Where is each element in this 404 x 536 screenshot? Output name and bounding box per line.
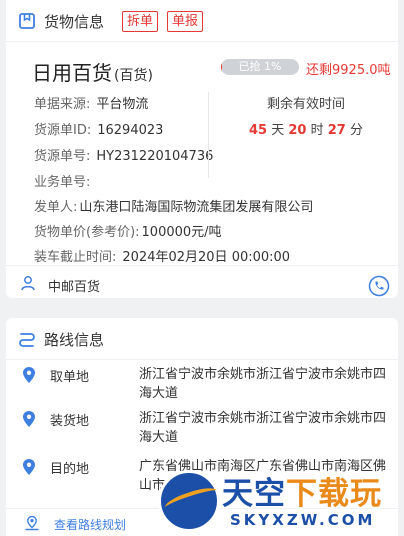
route-info-header: 路线信息 xyxy=(6,318,398,360)
watermark-title-accent: 下载玩 xyxy=(286,476,382,512)
detail-value: 100000元/吨 xyxy=(141,225,222,240)
detail-row-source: 单据来源: 平台物流 xyxy=(34,93,148,112)
validity-countdown: 45 天 20 时 27 分 xyxy=(222,119,390,138)
countdown-hours: 20 xyxy=(288,123,307,138)
detail-label: 货源单号: xyxy=(34,149,91,164)
countdown-day-unit: 天 xyxy=(271,123,285,138)
countdown-hour-unit: 时 xyxy=(310,123,324,138)
detail-value: 2024年02月20日 00:00:00 xyxy=(122,250,291,265)
validity-divider xyxy=(208,92,209,178)
detail-label: 业务单号: xyxy=(34,175,91,190)
route-stop-label: 目的地 xyxy=(50,462,90,477)
detail-value: 山东港口陆海国际物流集团发展有限公司 xyxy=(79,200,314,215)
goods-info-icon xyxy=(19,13,35,29)
detail-row-source-no: 货源单号: HY231220104736 xyxy=(34,145,213,164)
route-stop-address: 浙江省宁波市余姚市浙江省宁波市余姚市四海大道 xyxy=(139,411,387,445)
route-stop-address: 浙江省宁波市余姚市浙江省宁波市余姚市四海大道 xyxy=(139,367,387,401)
detail-row-business-no: 业务单号: xyxy=(34,171,96,190)
watermark-title: 天空下载玩 xyxy=(222,468,382,513)
contact-name: 中邮百货 xyxy=(48,280,101,295)
watermark-title-main: 天空 xyxy=(222,476,286,512)
detail-row-source-id: 货源单ID: 16294023 xyxy=(34,119,163,138)
goods-info-card: 货物信息 拆单 单报 日用百货 (百货) 已抢 1% 还剩9925.0吨 单据来源… xyxy=(6,0,398,298)
detail-label: 货物单价(参考价): xyxy=(34,225,140,240)
route-stop-label: 装货地 xyxy=(50,414,90,429)
user-icon xyxy=(21,276,35,291)
map-pin-icon xyxy=(25,515,39,531)
detail-value: HY231220104736 xyxy=(96,149,214,164)
goods-info-header: 货物信息 拆单 单报 xyxy=(6,0,398,42)
location-pin-icon xyxy=(23,367,35,383)
detail-row-deadline: 装车截止时间: 2024年02月20日 00:00:00 xyxy=(34,246,290,265)
grab-progress-text: 已抢 1% xyxy=(238,60,282,73)
detail-row-issuer: 发单人: 山东港口陆海国际物流集团发展有限公司 xyxy=(34,196,313,215)
validity-title: 剩余有效时间 xyxy=(266,97,345,112)
goods-name-text: 日用百货 xyxy=(32,61,112,85)
phone-call-icon[interactable] xyxy=(368,275,390,297)
split-order-tag: 拆单 xyxy=(122,11,159,32)
countdown-minute-unit: 分 xyxy=(350,123,364,138)
goods-info-title: 货物信息 xyxy=(44,13,105,31)
goods-name: 日用百货 (百货) xyxy=(32,57,153,86)
grab-progress-bar: 已抢 1% xyxy=(221,59,299,75)
detail-label: 货源单ID: xyxy=(34,123,92,138)
detail-label: 单据来源: xyxy=(34,97,91,112)
site-watermark-logo: 天空下载玩 SKYXZW.COM xyxy=(158,466,404,536)
detail-row-unit-price: 货物单价(参考价): 100000元/吨 xyxy=(34,221,222,240)
detail-label: 发单人: xyxy=(34,200,78,215)
route-info-title: 路线信息 xyxy=(44,331,105,349)
watermark-domain: SKYXZW.COM xyxy=(230,511,376,529)
detail-value: 平台物流 xyxy=(96,97,149,112)
route-icon xyxy=(19,333,35,347)
single-report-tag: 单报 xyxy=(167,11,204,32)
route-stop-label: 取单地 xyxy=(50,370,90,385)
detail-label: 装车截止时间: xyxy=(34,250,117,265)
countdown-minutes: 27 xyxy=(327,123,346,138)
countdown-days: 45 xyxy=(248,123,268,138)
contact-divider xyxy=(6,265,398,266)
location-pin-icon xyxy=(23,411,35,427)
view-route-plan-link[interactable]: 查看路线规划 xyxy=(54,516,126,533)
remaining-amount: 还剩9925.0吨 xyxy=(306,63,391,78)
goods-type: (百货) xyxy=(114,68,153,84)
detail-value: 16294023 xyxy=(97,123,164,138)
location-pin-icon xyxy=(23,459,35,475)
